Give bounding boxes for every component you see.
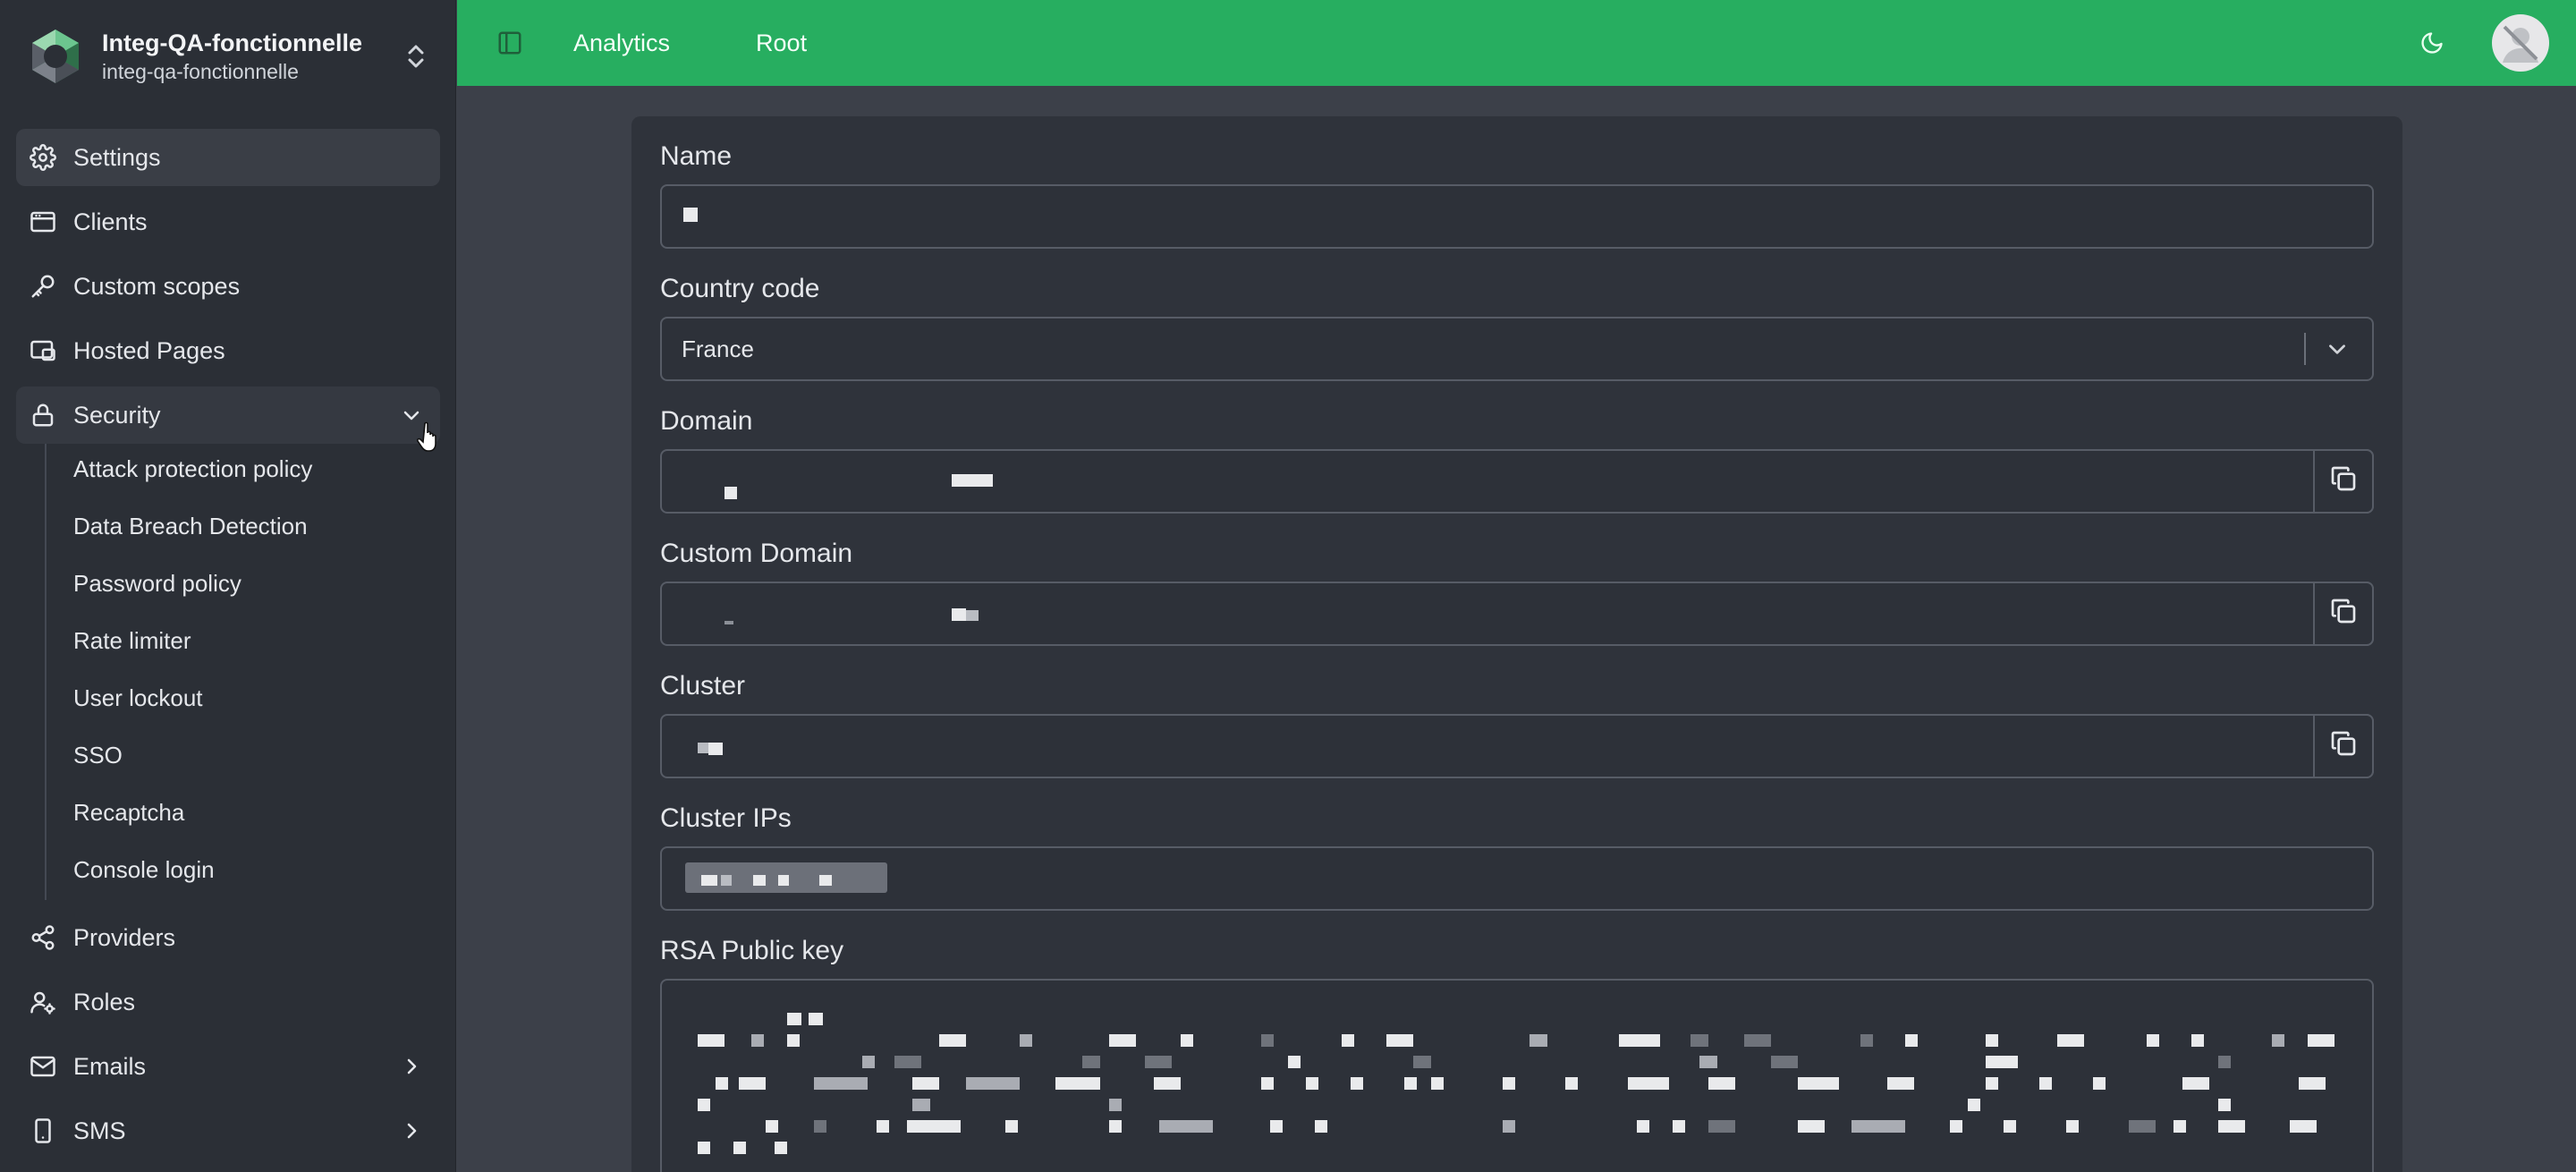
copy-icon bbox=[2329, 729, 2358, 764]
submenu-item-rate-limiter[interactable]: Rate limiter bbox=[73, 616, 431, 666]
sidebar-item-providers[interactable]: Providers bbox=[16, 909, 440, 966]
name-label: Name bbox=[660, 141, 733, 171]
pages-icon bbox=[29, 336, 57, 365]
country-code-value: France bbox=[682, 335, 754, 362]
cluster-ips-input[interactable] bbox=[660, 846, 2374, 911]
redacted-block bbox=[724, 621, 733, 624]
sidebar-item-label: Hosted Pages bbox=[73, 336, 225, 364]
mouse-pointer-icon bbox=[416, 420, 442, 453]
copy-icon bbox=[2329, 597, 2358, 632]
redacted-line bbox=[698, 1034, 2372, 1049]
redacted-line bbox=[698, 1077, 2372, 1091]
chevron-right-icon[interactable] bbox=[397, 1052, 426, 1081]
domain-input[interactable] bbox=[660, 449, 2374, 514]
redacted-line bbox=[698, 1056, 2372, 1070]
custom-domain-label: Custom Domain bbox=[660, 539, 853, 568]
redacted-line bbox=[698, 1142, 2372, 1156]
copy-domain-button[interactable] bbox=[2313, 449, 2374, 514]
sidebar-item-label: SMS bbox=[73, 1117, 126, 1144]
cluster-label: Cluster bbox=[660, 671, 746, 701]
sidebar-item-sms[interactable]: SMS bbox=[16, 1102, 440, 1159]
country-code-label: Country code bbox=[660, 274, 820, 303]
sidebar-item-custom-scopes[interactable]: Custom scopes bbox=[16, 258, 440, 315]
share-icon bbox=[29, 923, 57, 952]
settings-form-card: Name Country code France Domain Custom D… bbox=[631, 116, 2402, 1172]
submenu-item-attack-protection-policy[interactable]: Attack protection policy bbox=[73, 444, 431, 494]
phone-icon bbox=[29, 1117, 57, 1145]
key-icon bbox=[29, 272, 57, 301]
redacted-block bbox=[778, 875, 789, 886]
cluster-ips-label: Cluster IPs bbox=[660, 803, 792, 833]
submenu-item-user-lockout[interactable]: User lockout bbox=[73, 673, 431, 723]
redacted-block bbox=[708, 743, 723, 755]
sidebar: Integ-QA-fonctionnelle integ-qa-fonction… bbox=[0, 0, 456, 1172]
sidebar-toggle-icon[interactable] bbox=[495, 28, 525, 58]
redacted-block bbox=[819, 875, 832, 886]
rsa-public-key-label: RSA Public key bbox=[660, 936, 844, 965]
sidebar-item-clients[interactable]: Clients bbox=[16, 193, 440, 251]
redacted-line bbox=[698, 1099, 2372, 1113]
rsa-public-key-textarea[interactable] bbox=[660, 979, 2374, 1172]
avatar[interactable] bbox=[2492, 14, 2549, 72]
workspace-subtitle: integ-qa-fonctionnelle bbox=[102, 60, 299, 83]
redacted-block bbox=[724, 487, 737, 499]
redacted-block bbox=[753, 875, 766, 886]
gear-icon bbox=[29, 143, 57, 172]
country-code-select[interactable]: France bbox=[660, 317, 2374, 381]
sidebar-item-settings[interactable]: Settings bbox=[16, 129, 440, 186]
sidebar-item-roles[interactable]: Roles bbox=[16, 973, 440, 1031]
copy-custom-domain-button[interactable] bbox=[2313, 582, 2374, 646]
redacted-block bbox=[701, 875, 717, 886]
cluster-input[interactable] bbox=[660, 714, 2374, 778]
sidebar-item-emails[interactable]: Emails bbox=[16, 1038, 440, 1095]
sidebar-item-label: Custom scopes bbox=[73, 272, 241, 300]
mail-icon bbox=[29, 1052, 57, 1081]
redacted-block bbox=[952, 608, 966, 621]
sidebar-item-label: Roles bbox=[73, 988, 136, 1015]
chevron-right-icon[interactable] bbox=[397, 1117, 426, 1145]
chevron-up-down-icon[interactable] bbox=[401, 38, 431, 74]
redacted-line bbox=[698, 1013, 2372, 1027]
redacted-block bbox=[966, 610, 979, 621]
custom-domain-input[interactable] bbox=[660, 582, 2374, 646]
sidebar-item-label: Providers bbox=[73, 923, 176, 951]
copy-cluster-button[interactable] bbox=[2313, 714, 2374, 778]
redacted-line bbox=[698, 1120, 2372, 1134]
redacted-block bbox=[721, 875, 732, 886]
sidebar-item-label: Clients bbox=[73, 208, 148, 235]
select-divider bbox=[2304, 333, 2306, 365]
submenu-item-sso[interactable]: SSO bbox=[73, 730, 431, 780]
chevron-down-icon[interactable] bbox=[2322, 334, 2352, 364]
sidebar-item-label: Security bbox=[73, 401, 161, 429]
submenu-item-data-breach-detection[interactable]: Data Breach Detection bbox=[73, 501, 431, 551]
lock-icon bbox=[29, 401, 57, 429]
copy-icon bbox=[2329, 464, 2358, 499]
sidebar-item-security[interactable]: Security bbox=[16, 386, 440, 444]
redacted-block bbox=[698, 743, 708, 753]
security-submenu: Attack protection policy Data Breach Det… bbox=[45, 444, 438, 900]
submenu-item-password-policy[interactable]: Password policy bbox=[73, 558, 431, 608]
sidebar-item-label: Emails bbox=[73, 1052, 147, 1080]
submenu-item-recaptcha[interactable]: Recaptcha bbox=[73, 787, 431, 837]
workspace-switcher[interactable]: Integ-QA-fonctionnelle integ-qa-fonction… bbox=[16, 16, 440, 97]
moon-icon[interactable] bbox=[2417, 28, 2447, 58]
domain-label: Domain bbox=[660, 406, 753, 436]
nav-link-analytics[interactable]: Analytics bbox=[573, 30, 670, 57]
submenu-item-console-login[interactable]: Console login bbox=[73, 845, 431, 895]
workspace-title: Integ-QA-fonctionnelle bbox=[102, 30, 362, 56]
sidebar-item-hosted-pages[interactable]: Hosted Pages bbox=[16, 322, 440, 379]
name-input[interactable] bbox=[660, 184, 2374, 249]
sidebar-item-label: Settings bbox=[73, 143, 161, 171]
window-icon bbox=[29, 208, 57, 236]
nav-link-root[interactable]: Root bbox=[756, 30, 807, 57]
user-gear-icon bbox=[29, 988, 57, 1016]
redacted-block bbox=[683, 208, 698, 222]
top-bar: Analytics Root bbox=[457, 0, 2576, 86]
workspace-logo-icon bbox=[27, 28, 84, 85]
ip-tag bbox=[685, 862, 887, 893]
redacted-block bbox=[952, 474, 993, 487]
